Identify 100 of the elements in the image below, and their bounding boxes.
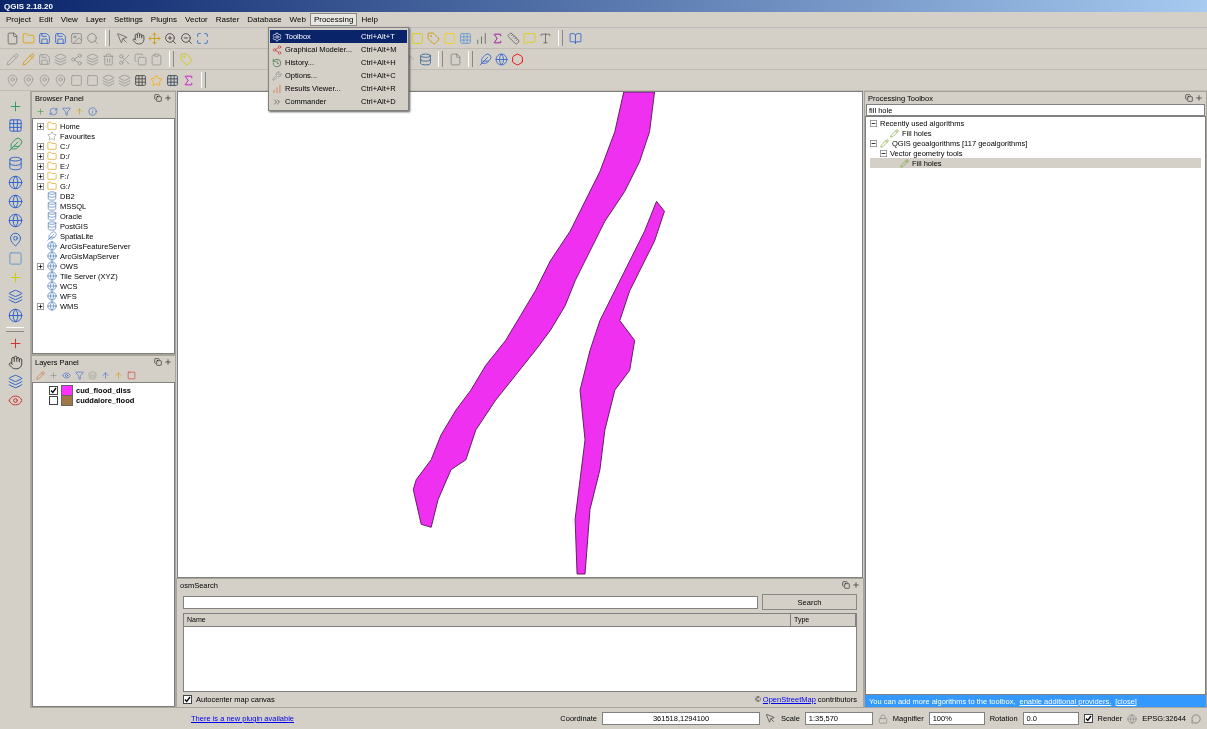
- folder-icon[interactable]: [22, 31, 35, 45]
- star-icon[interactable]: [150, 73, 163, 87]
- copy-icon[interactable]: [134, 52, 147, 66]
- hand-icon[interactable]: [132, 31, 145, 45]
- expand-icon[interactable]: [37, 172, 44, 180]
- save-icon[interactable]: [38, 31, 51, 45]
- globe-icon[interactable]: [1127, 713, 1138, 724]
- pin-icon[interactable]: [22, 73, 35, 87]
- history-icon[interactable]: [272, 57, 282, 68]
- add-icon[interactable]: [36, 106, 45, 116]
- menu-item[interactable]: Settings: [109, 13, 147, 26]
- funnel-icon[interactable]: [75, 370, 84, 380]
- globe-icon[interactable]: [47, 281, 57, 291]
- menu-item[interactable]: Raster: [211, 13, 244, 26]
- image-icon[interactable]: [70, 31, 83, 45]
- refresh-icon[interactable]: [49, 106, 58, 116]
- ruler-icon[interactable]: [507, 31, 520, 45]
- database-icon[interactable]: [419, 52, 432, 66]
- snake-icon[interactable]: [479, 52, 492, 66]
- wrench-icon[interactable]: [272, 70, 282, 81]
- text-icon[interactable]: [539, 31, 552, 45]
- layers-icon[interactable]: [88, 370, 97, 380]
- menu-item[interactable]: Web: [285, 13, 310, 26]
- float-icon[interactable]: [154, 94, 162, 102]
- mouse-icon[interactable]: [765, 713, 777, 724]
- search-field[interactable]: [183, 595, 758, 609]
- zoom-in-icon[interactable]: [164, 31, 177, 45]
- sigma-icon[interactable]: [491, 31, 504, 45]
- document-icon[interactable]: [449, 52, 462, 66]
- lock-icon[interactable]: [877, 713, 888, 724]
- square-icon[interactable]: [70, 73, 83, 87]
- pin-icon[interactable]: [7, 232, 23, 247]
- menu-item[interactable]: Plugins: [146, 13, 182, 26]
- expand-icon[interactable]: [37, 302, 44, 310]
- float-icon[interactable]: [1185, 94, 1193, 102]
- render-checkbox[interactable]: [1083, 714, 1093, 723]
- clipboard-icon[interactable]: [150, 52, 163, 66]
- tag-icon[interactable]: [427, 31, 440, 45]
- pin-icon[interactable]: [54, 73, 67, 87]
- node-icon[interactable]: [70, 52, 83, 66]
- table-icon[interactable]: [459, 31, 472, 45]
- menu-item[interactable]: Project: [2, 13, 35, 26]
- sigma-icon[interactable]: [182, 73, 195, 87]
- trash-icon[interactable]: [102, 52, 115, 66]
- expand-icon[interactable]: [37, 262, 44, 270]
- layers-icon[interactable]: [7, 374, 23, 389]
- menu-item[interactable]: Processing: [309, 13, 358, 26]
- save-icon[interactable]: [54, 31, 67, 45]
- globe-icon[interactable]: [7, 194, 23, 209]
- layer-checkbox[interactable]: [49, 385, 58, 395]
- brush-icon[interactable]: [36, 370, 45, 380]
- square-icon[interactable]: [127, 370, 136, 380]
- database-icon[interactable]: [47, 201, 57, 211]
- expand-icon[interactable]: [37, 142, 44, 150]
- layer-checkbox[interactable]: [49, 395, 58, 405]
- collapse-icon[interactable]: [870, 139, 877, 147]
- pencil-icon[interactable]: [900, 158, 909, 168]
- pencil-icon[interactable]: [6, 52, 19, 66]
- float-icon[interactable]: [842, 581, 850, 589]
- eye-icon[interactable]: [62, 370, 71, 380]
- funnel-icon[interactable]: [62, 106, 71, 116]
- arrow-down-icon[interactable]: [101, 370, 110, 380]
- speech-bubble-icon[interactable]: [1191, 713, 1201, 724]
- square-icon[interactable]: [7, 251, 23, 266]
- chevrons-icon[interactable]: [272, 96, 282, 107]
- info-icon[interactable]: [88, 106, 97, 116]
- globe-icon[interactable]: [47, 241, 57, 251]
- square-icon[interactable]: [86, 73, 99, 87]
- expand-icon[interactable]: [37, 122, 44, 130]
- menu-item[interactable]: Vector: [181, 13, 212, 26]
- zoom-out-icon[interactable]: [180, 31, 193, 45]
- layers-icon[interactable]: [7, 289, 23, 304]
- file-icon[interactable]: [6, 31, 19, 45]
- collapse-icon[interactable]: [880, 149, 887, 157]
- map-canvas[interactable]: [177, 91, 863, 578]
- expand-icon[interactable]: [37, 162, 44, 170]
- magnifier-icon[interactable]: [86, 31, 99, 45]
- database-icon[interactable]: [47, 221, 57, 231]
- pin-icon[interactable]: [38, 73, 51, 87]
- graph-icon[interactable]: [272, 44, 282, 55]
- globe-icon[interactable]: [495, 52, 508, 66]
- menu-item[interactable]: Database: [243, 13, 286, 26]
- hand-icon[interactable]: [7, 355, 23, 370]
- database-icon[interactable]: [47, 211, 57, 221]
- expand-icon[interactable]: [37, 152, 44, 160]
- chart-icon[interactable]: [475, 31, 488, 45]
- menu-item[interactable]: Edit: [34, 13, 57, 26]
- chart-icon[interactable]: [272, 83, 282, 94]
- hexagon-icon[interactable]: [511, 52, 524, 66]
- save-icon[interactable]: [38, 52, 51, 66]
- layers-icon[interactable]: [86, 52, 99, 66]
- layers-icon[interactable]: [102, 73, 115, 87]
- menu-item[interactable]: Help: [357, 13, 382, 26]
- add-group-icon[interactable]: [49, 370, 58, 380]
- gear-icon[interactable]: [272, 31, 282, 42]
- layers-icon[interactable]: [54, 52, 67, 66]
- globe-icon[interactable]: [7, 308, 23, 323]
- book-icon[interactable]: [569, 31, 582, 45]
- pencil-icon[interactable]: [22, 52, 35, 66]
- globe-icon[interactable]: [7, 213, 23, 228]
